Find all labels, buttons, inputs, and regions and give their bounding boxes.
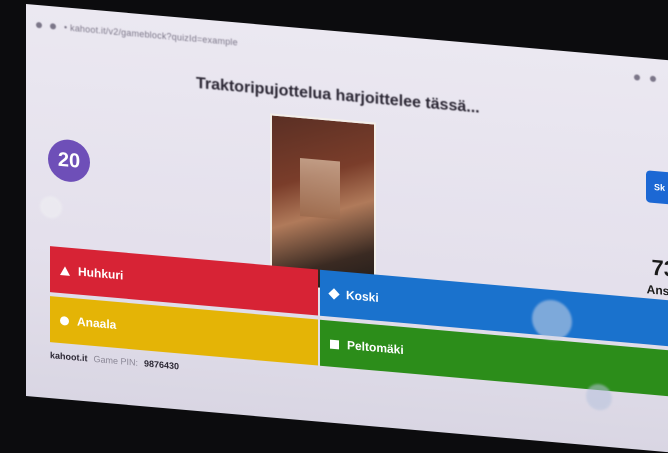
forward-icon[interactable] (50, 23, 56, 30)
answer-label: Koski (346, 287, 379, 305)
back-icon[interactable] (36, 21, 42, 29)
countdown-timer: 20 (48, 137, 90, 184)
answers-count-number: 73 (651, 254, 668, 282)
image-window-detail (300, 157, 340, 220)
answer-label: Peltomäki (347, 338, 404, 358)
answer-label: Anaala (77, 314, 117, 332)
extension-icon[interactable] (634, 74, 640, 81)
question-title: Traktoripujottelua harjoittelee tässä... (196, 74, 480, 117)
answers-counter: 73 Ansa (647, 254, 668, 301)
glare-decoration (40, 195, 62, 220)
circle-icon (60, 315, 69, 326)
footer-pin: 9876430 (144, 358, 180, 372)
kahoot-screen: • kahoot.it/v2/gameblock?quizId=example … (26, 4, 668, 453)
footer-site: kahoot.it (50, 350, 88, 364)
diamond-icon (328, 288, 340, 300)
triangle-icon (60, 265, 70, 276)
skip-button[interactable]: Sk (646, 170, 668, 205)
url-text[interactable]: • kahoot.it/v2/gameblock?quizId=example (64, 22, 238, 47)
footer-pin-label: Game PIN: (93, 353, 139, 368)
browser-address-bar[interactable]: • kahoot.it/v2/gameblock?quizId=example (36, 15, 656, 89)
answers-count-label: Ansa (646, 282, 668, 299)
browser-extensions (634, 74, 656, 83)
profile-icon[interactable] (650, 75, 656, 83)
square-icon (330, 339, 339, 349)
game-footer: kahoot.it Game PIN: 9876430 (50, 350, 179, 371)
answer-label: Huhkuri (78, 264, 124, 283)
